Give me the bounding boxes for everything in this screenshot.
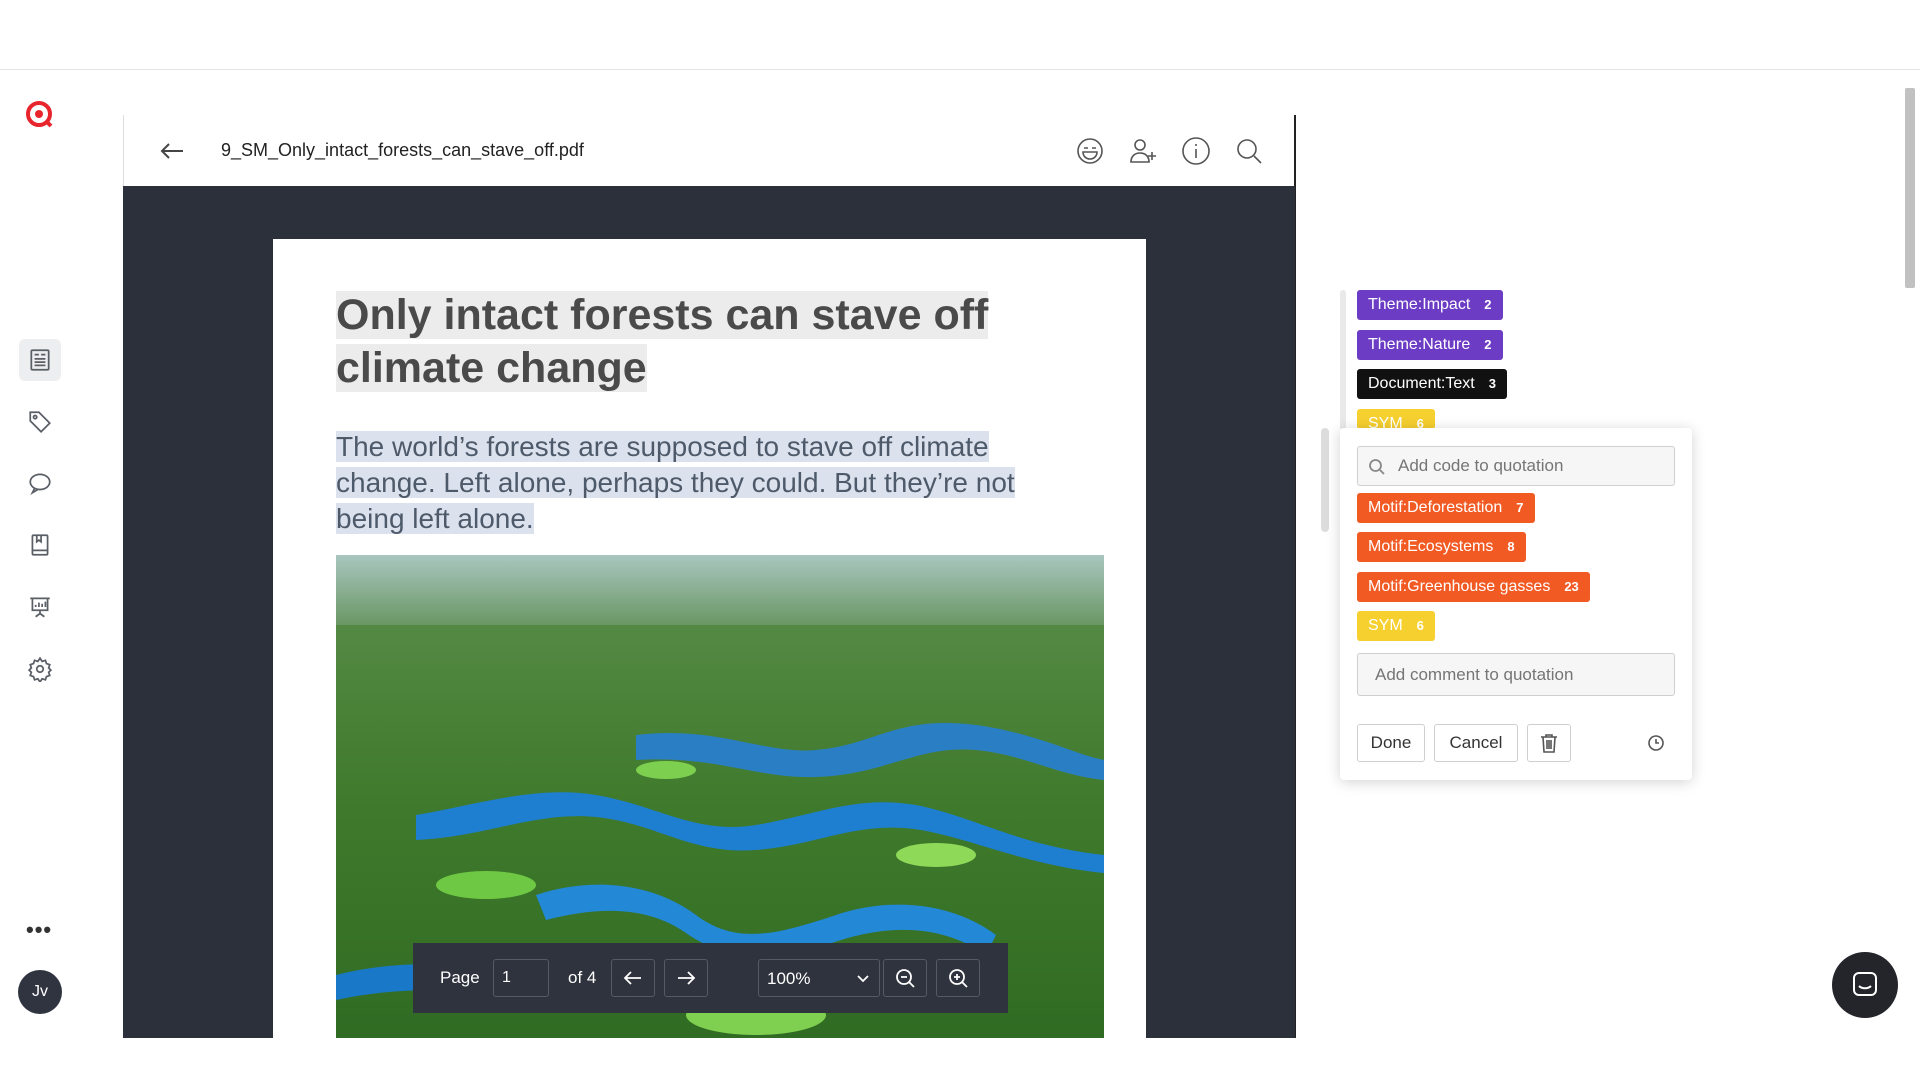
add-code-input[interactable] bbox=[1398, 456, 1668, 476]
margin-scroll-indicator bbox=[1340, 290, 1346, 430]
settings-icon[interactable] bbox=[19, 648, 61, 690]
code-tag[interactable]: SYM 6 bbox=[1357, 611, 1435, 641]
documents-icon[interactable] bbox=[19, 339, 61, 381]
search-icon[interactable] bbox=[1233, 135, 1265, 167]
delete-button[interactable] bbox=[1527, 724, 1571, 762]
code-tag[interactable]: Motif:Ecosystems 8 bbox=[1357, 532, 1526, 562]
page-count: of 4 bbox=[568, 968, 597, 987]
chat-button[interactable] bbox=[1832, 952, 1898, 1018]
trash-icon bbox=[1541, 734, 1557, 753]
more-menu[interactable]: ••• bbox=[26, 917, 52, 943]
top-bar bbox=[0, 0, 1920, 70]
cancel-button[interactable]: Cancel bbox=[1434, 724, 1518, 762]
code-tag[interactable]: Motif:Deforestation 7 bbox=[1357, 493, 1535, 523]
chat-icon bbox=[1853, 972, 1877, 996]
document-name: 9_SM_Only_intact_forests_can_stave_off.p… bbox=[221, 140, 584, 160]
zoom-value: 100% bbox=[767, 969, 811, 988]
search-icon bbox=[1369, 459, 1385, 475]
zoom-in-icon bbox=[949, 969, 968, 988]
zoom-select[interactable]: 100% bbox=[758, 959, 880, 997]
zoom-out-icon bbox=[896, 969, 915, 988]
page-navigator: Page 1 of 4 100% bbox=[413, 943, 1008, 1013]
clock-icon[interactable] bbox=[1646, 733, 1666, 753]
memos-icon[interactable] bbox=[19, 524, 61, 566]
comment-field[interactable] bbox=[1357, 653, 1675, 696]
left-nav: ••• Jv bbox=[0, 71, 80, 1038]
code-tag[interactable]: SYM 6 bbox=[1357, 409, 1435, 429]
code-tag[interactable]: Document:Text 3 bbox=[1357, 369, 1507, 399]
chevron-down-icon bbox=[857, 975, 869, 983]
popup-scrollbar[interactable] bbox=[1321, 428, 1329, 532]
bottom-bar bbox=[0, 1038, 1920, 1080]
avatar[interactable]: Jv bbox=[18, 970, 62, 1014]
document-viewer[interactable]: Only intact forests can stave off climat… bbox=[123, 186, 1295, 1038]
add-code-search[interactable] bbox=[1357, 446, 1675, 486]
done-button[interactable]: Done bbox=[1357, 724, 1425, 762]
page-scrollbar[interactable] bbox=[1900, 70, 1920, 1038]
codes-icon[interactable] bbox=[19, 401, 61, 443]
pdf-page[interactable]: Only intact forests can stave off climat… bbox=[273, 239, 1146, 1038]
page-label: Page bbox=[440, 968, 480, 987]
back-arrow-icon[interactable] bbox=[157, 136, 187, 166]
presentation-icon[interactable] bbox=[19, 586, 61, 628]
quotation-popup: Motif:Deforestation7 Motif:Ecosystems8 M… bbox=[1340, 428, 1692, 780]
prev-page-button[interactable] bbox=[611, 959, 655, 997]
info-icon[interactable] bbox=[1180, 135, 1212, 167]
logo-icon[interactable] bbox=[24, 99, 54, 129]
code-tag[interactable]: Theme:Nature 2 bbox=[1357, 330, 1503, 360]
add-user-icon[interactable] bbox=[1127, 135, 1159, 167]
comment-input[interactable] bbox=[1375, 665, 1665, 685]
document-title[interactable]: Only intact forests can stave off climat… bbox=[336, 289, 1036, 395]
comments-icon[interactable] bbox=[19, 462, 61, 504]
scrollbar-thumb[interactable] bbox=[1905, 88, 1915, 288]
emoji-icon[interactable] bbox=[1074, 135, 1106, 167]
document-subtitle-quotation[interactable]: The world’s forests are supposed to stav… bbox=[336, 429, 1056, 537]
code-tag[interactable]: Theme:Impact 2 bbox=[1357, 290, 1503, 320]
prev-page-icon bbox=[623, 971, 641, 985]
code-tag[interactable]: Motif:Greenhouse gasses 23 bbox=[1357, 572, 1590, 602]
zoom-in-button[interactable] bbox=[936, 959, 980, 997]
page-number-input[interactable]: 1 bbox=[493, 959, 549, 997]
zoom-out-button[interactable] bbox=[883, 959, 927, 997]
next-page-icon bbox=[678, 971, 696, 985]
next-page-button[interactable] bbox=[664, 959, 708, 997]
document-header: 9_SM_Only_intact_forests_can_stave_off.p… bbox=[123, 115, 1295, 186]
